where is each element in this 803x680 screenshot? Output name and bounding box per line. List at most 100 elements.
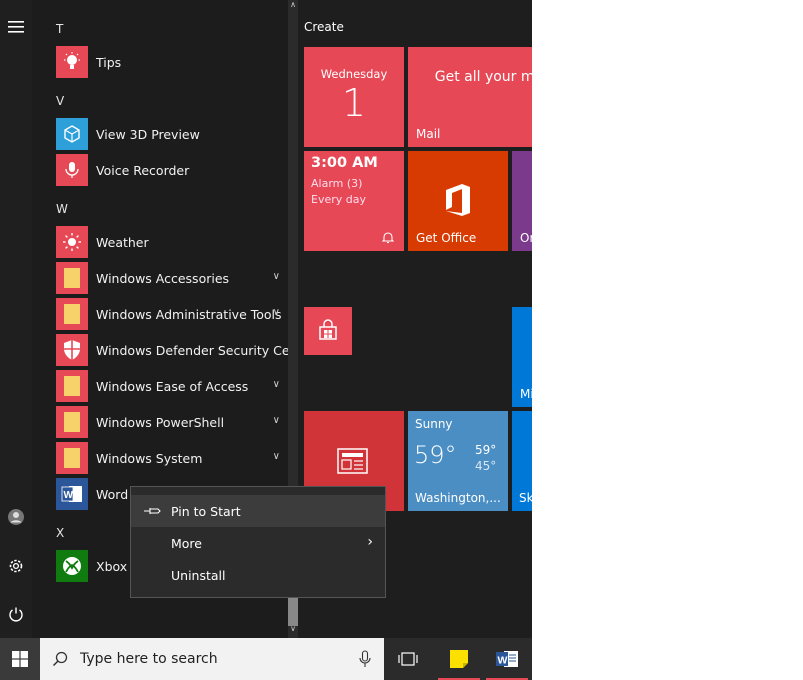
microsoft-edge-tile[interactable]: Mi <box>512 307 532 407</box>
cube-icon <box>56 118 88 150</box>
word-taskbar-button[interactable]: W <box>486 638 528 680</box>
office-tile-label: Get Office <box>416 231 477 245</box>
group-letter-x[interactable]: X <box>56 526 64 540</box>
tile-group-title[interactable]: Create <box>304 20 344 34</box>
power-button[interactable] <box>0 597 32 631</box>
menu-item-label: Pin to Start <box>171 503 241 519</box>
newspaper-icon <box>337 448 368 474</box>
chevron-down-icon[interactable]: ∨ <box>273 379 280 390</box>
chevron-down-icon[interactable]: ∨ <box>273 271 280 282</box>
group-letter-t[interactable]: T <box>56 22 63 36</box>
settings-button[interactable] <box>0 549 32 583</box>
sticky-notes-taskbar-button[interactable] <box>438 638 480 680</box>
app-windows-defender-security-center[interactable]: Windows Defender Security Center <box>56 334 315 366</box>
weather-tile[interactable]: Sunny 59° 59° 45° Washington,... <box>408 411 508 511</box>
search-placeholder: Type here to search <box>80 651 218 667</box>
word-icon: W <box>56 478 88 510</box>
start-button[interactable] <box>0 638 40 680</box>
skype-tile-label: Sk <box>519 491 532 505</box>
app-weather[interactable]: Weather <box>56 226 286 258</box>
app-label: Windows PowerShell <box>96 414 225 430</box>
search-icon <box>52 651 68 667</box>
calendar-tile[interactable]: Wednesday 1 <box>304 47 404 147</box>
app-label: View 3D Preview <box>96 126 200 142</box>
hamburger-menu-button[interactable] <box>0 10 32 44</box>
app-windows-administrative-tools[interactable]: Windows Administrative Tools ∨ <box>56 298 286 330</box>
folder-icon <box>56 370 88 402</box>
lightbulb-icon <box>56 46 88 78</box>
hamburger-icon <box>8 21 24 33</box>
pin-icon <box>144 508 161 514</box>
alarm-time: 3:00 AM <box>311 155 378 171</box>
mail-preview-text: Get all your ma place <box>434 69 532 85</box>
menu-item-label: Uninstall <box>171 567 226 583</box>
folder-icon <box>56 406 88 438</box>
chevron-right-icon: › <box>367 534 373 550</box>
app-view-3d-preview[interactable]: View 3D Preview <box>56 118 286 150</box>
onenote-tile[interactable]: Or <box>512 151 532 251</box>
scrollbar-thumb[interactable] <box>288 598 298 626</box>
mail-tile-label: Mail <box>416 127 441 141</box>
app-windows-accessories[interactable]: Windows Accessories ∨ <box>56 262 286 294</box>
gear-icon <box>9 559 23 573</box>
menu-item-label: More <box>171 535 202 551</box>
more-menu-item[interactable]: More › <box>131 527 385 559</box>
weather-condition: Sunny <box>415 417 453 431</box>
store-bag-icon <box>319 319 337 340</box>
office-icon <box>446 184 470 216</box>
scroll-up-arrow-icon[interactable]: ∧ <box>288 0 298 14</box>
app-tips[interactable]: Tips <box>56 46 286 78</box>
alarm-line-2: Every day <box>311 193 366 206</box>
chevron-down-icon[interactable]: ∨ <box>273 415 280 426</box>
microphone-icon[interactable] <box>359 650 371 668</box>
group-letter-v[interactable]: V <box>56 94 64 108</box>
start-rail <box>0 0 32 638</box>
app-windows-powershell[interactable]: Windows PowerShell ∨ <box>56 406 286 438</box>
get-office-tile[interactable]: Get Office <box>408 151 508 251</box>
app-label: Xbox <box>96 558 128 574</box>
weather-location: Washington,... <box>415 491 501 505</box>
svg-text:W: W <box>498 655 508 667</box>
scroll-down-arrow-icon[interactable]: ∨ <box>288 624 298 638</box>
onenote-tile-label: Or <box>520 231 532 245</box>
pin-to-start-menu-item[interactable]: Pin to Start <box>131 495 385 527</box>
app-label: Windows Defender Security Center <box>96 342 316 358</box>
group-letter-w[interactable]: W <box>56 202 68 216</box>
task-view-button[interactable] <box>388 638 428 680</box>
xbox-icon <box>56 550 88 582</box>
folder-icon <box>56 298 88 330</box>
taskbar: Type here to search W <box>0 638 532 680</box>
context-menu: Pin to Start More › Uninstall <box>130 486 386 598</box>
mail-tile[interactable]: Get all your ma place Mail <box>408 47 532 147</box>
skype-tile[interactable]: Sk <box>512 411 532 511</box>
shield-icon <box>56 334 88 366</box>
app-voice-recorder[interactable]: Voice Recorder <box>56 154 286 186</box>
chevron-down-icon[interactable]: ∨ <box>273 451 280 462</box>
chevron-down-icon[interactable]: ∨ <box>273 307 280 318</box>
folder-icon <box>56 442 88 474</box>
store-tile[interactable] <box>304 307 352 355</box>
windows-logo-icon <box>12 651 28 667</box>
app-windows-system[interactable]: Windows System ∨ <box>56 442 286 474</box>
app-label: Weather <box>96 234 149 250</box>
alarms-tile[interactable]: 3:00 AM Alarm (3) Every day <box>304 151 404 251</box>
sun-icon <box>56 226 88 258</box>
svg-text:W: W <box>64 490 74 501</box>
taskbar-search-box[interactable]: Type here to search <box>40 638 384 680</box>
weather-temperature: 59° <box>414 441 457 469</box>
microphone-icon <box>56 154 88 186</box>
app-label: Windows System <box>96 450 203 466</box>
calendar-day-name: Wednesday <box>320 67 388 81</box>
calendar-day-number: 1 <box>341 81 367 125</box>
alarm-line-1: Alarm (3) <box>311 177 363 190</box>
weather-high: 59° <box>475 443 497 457</box>
bell-icon <box>382 232 394 244</box>
user-account-button[interactable] <box>0 500 32 534</box>
user-icon <box>8 509 24 525</box>
edge-tile-label: Mi <box>520 387 532 401</box>
weather-low: 45° <box>475 459 497 473</box>
word-icon: W <box>496 651 518 667</box>
app-windows-ease-of-access[interactable]: Windows Ease of Access ∨ <box>56 370 286 402</box>
uninstall-menu-item[interactable]: Uninstall <box>131 559 385 591</box>
folder-icon <box>56 262 88 294</box>
